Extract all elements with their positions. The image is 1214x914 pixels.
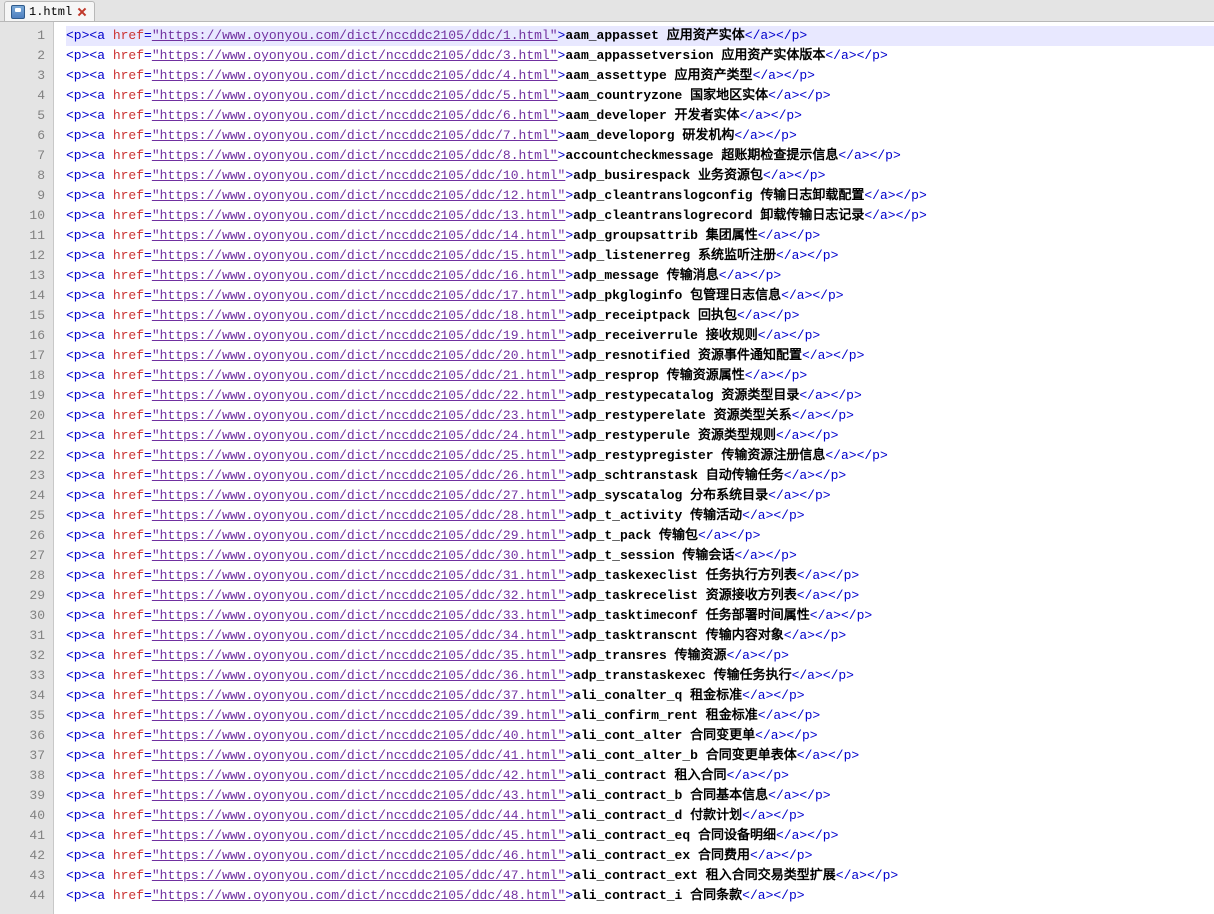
line-number: 41 (0, 826, 45, 846)
code-line[interactable]: <p><a href="https://www.oyonyou.com/dict… (66, 166, 1214, 186)
line-number: 17 (0, 346, 45, 366)
line-number: 7 (0, 146, 45, 166)
line-number: 37 (0, 746, 45, 766)
line-number: 35 (0, 706, 45, 726)
line-number: 31 (0, 626, 45, 646)
code-line[interactable]: <p><a href="https://www.oyonyou.com/dict… (66, 346, 1214, 366)
line-number: 3 (0, 66, 45, 86)
code-line[interactable]: <p><a href="https://www.oyonyou.com/dict… (66, 466, 1214, 486)
code-line[interactable]: <p><a href="https://www.oyonyou.com/dict… (66, 206, 1214, 226)
line-number-gutter: 1234567891011121314151617181920212223242… (0, 22, 54, 914)
line-number: 44 (0, 886, 45, 906)
line-number: 5 (0, 106, 45, 126)
code-line[interactable]: <p><a href="https://www.oyonyou.com/dict… (66, 46, 1214, 66)
code-line[interactable]: <p><a href="https://www.oyonyou.com/dict… (66, 646, 1214, 666)
line-number: 22 (0, 446, 45, 466)
line-number: 43 (0, 866, 45, 886)
code-line[interactable]: <p><a href="https://www.oyonyou.com/dict… (66, 386, 1214, 406)
code-line[interactable]: <p><a href="https://www.oyonyou.com/dict… (66, 66, 1214, 86)
line-number: 19 (0, 386, 45, 406)
line-number: 21 (0, 426, 45, 446)
line-number: 6 (0, 126, 45, 146)
line-number: 39 (0, 786, 45, 806)
line-number: 36 (0, 726, 45, 746)
line-number: 18 (0, 366, 45, 386)
code-line[interactable]: <p><a href="https://www.oyonyou.com/dict… (66, 406, 1214, 426)
code-line[interactable]: <p><a href="https://www.oyonyou.com/dict… (66, 426, 1214, 446)
code-line[interactable]: <p><a href="https://www.oyonyou.com/dict… (66, 606, 1214, 626)
code-line[interactable]: <p><a href="https://www.oyonyou.com/dict… (66, 446, 1214, 466)
code-line[interactable]: <p><a href="https://www.oyonyou.com/dict… (66, 326, 1214, 346)
line-number: 13 (0, 266, 45, 286)
line-number: 15 (0, 306, 45, 326)
line-number: 1 (0, 26, 45, 46)
line-number: 30 (0, 606, 45, 626)
code-line[interactable]: <p><a href="https://www.oyonyou.com/dict… (66, 566, 1214, 586)
code-line[interactable]: <p><a href="https://www.oyonyou.com/dict… (66, 226, 1214, 246)
line-number: 38 (0, 766, 45, 786)
code-line[interactable]: <p><a href="https://www.oyonyou.com/dict… (66, 26, 1214, 46)
code-line[interactable]: <p><a href="https://www.oyonyou.com/dict… (66, 306, 1214, 326)
file-tab[interactable]: 1.html (4, 1, 95, 21)
line-number: 27 (0, 546, 45, 566)
code-line[interactable]: <p><a href="https://www.oyonyou.com/dict… (66, 786, 1214, 806)
code-line[interactable]: <p><a href="https://www.oyonyou.com/dict… (66, 486, 1214, 506)
code-line[interactable]: <p><a href="https://www.oyonyou.com/dict… (66, 86, 1214, 106)
code-line[interactable]: <p><a href="https://www.oyonyou.com/dict… (66, 886, 1214, 906)
code-line[interactable]: <p><a href="https://www.oyonyou.com/dict… (66, 826, 1214, 846)
code-line[interactable]: <p><a href="https://www.oyonyou.com/dict… (66, 366, 1214, 386)
line-number: 12 (0, 246, 45, 266)
line-number: 4 (0, 86, 45, 106)
code-line[interactable]: <p><a href="https://www.oyonyou.com/dict… (66, 586, 1214, 606)
line-number: 42 (0, 846, 45, 866)
line-number: 33 (0, 666, 45, 686)
code-line[interactable]: <p><a href="https://www.oyonyou.com/dict… (66, 766, 1214, 786)
code-line[interactable]: <p><a href="https://www.oyonyou.com/dict… (66, 866, 1214, 886)
code-line[interactable]: <p><a href="https://www.oyonyou.com/dict… (66, 146, 1214, 166)
code-line[interactable]: <p><a href="https://www.oyonyou.com/dict… (66, 846, 1214, 866)
line-number: 2 (0, 46, 45, 66)
code-line[interactable]: <p><a href="https://www.oyonyou.com/dict… (66, 666, 1214, 686)
code-line[interactable]: <p><a href="https://www.oyonyou.com/dict… (66, 106, 1214, 126)
code-line[interactable]: <p><a href="https://www.oyonyou.com/dict… (66, 246, 1214, 266)
line-number: 14 (0, 286, 45, 306)
line-number: 16 (0, 326, 45, 346)
code-line[interactable]: <p><a href="https://www.oyonyou.com/dict… (66, 186, 1214, 206)
line-number: 25 (0, 506, 45, 526)
save-icon (11, 5, 25, 19)
line-number: 28 (0, 566, 45, 586)
line-number: 32 (0, 646, 45, 666)
code-line[interactable]: <p><a href="https://www.oyonyou.com/dict… (66, 746, 1214, 766)
code-line[interactable]: <p><a href="https://www.oyonyou.com/dict… (66, 546, 1214, 566)
code-line[interactable]: <p><a href="https://www.oyonyou.com/dict… (66, 126, 1214, 146)
line-number: 8 (0, 166, 45, 186)
line-number: 40 (0, 806, 45, 826)
code-line[interactable]: <p><a href="https://www.oyonyou.com/dict… (66, 286, 1214, 306)
tab-filename: 1.html (29, 5, 72, 19)
code-editor[interactable]: 1234567891011121314151617181920212223242… (0, 22, 1214, 914)
code-line[interactable]: <p><a href="https://www.oyonyou.com/dict… (66, 686, 1214, 706)
code-area[interactable]: <p><a href="https://www.oyonyou.com/dict… (54, 22, 1214, 914)
line-number: 9 (0, 186, 45, 206)
line-number: 24 (0, 486, 45, 506)
code-line[interactable]: <p><a href="https://www.oyonyou.com/dict… (66, 706, 1214, 726)
code-line[interactable]: <p><a href="https://www.oyonyou.com/dict… (66, 266, 1214, 286)
line-number: 23 (0, 466, 45, 486)
line-number: 29 (0, 586, 45, 606)
code-line[interactable]: <p><a href="https://www.oyonyou.com/dict… (66, 806, 1214, 826)
line-number: 26 (0, 526, 45, 546)
code-line[interactable]: <p><a href="https://www.oyonyou.com/dict… (66, 506, 1214, 526)
code-line[interactable]: <p><a href="https://www.oyonyou.com/dict… (66, 626, 1214, 646)
close-icon[interactable] (76, 6, 88, 18)
code-line[interactable]: <p><a href="https://www.oyonyou.com/dict… (66, 526, 1214, 546)
line-number: 20 (0, 406, 45, 426)
code-line[interactable]: <p><a href="https://www.oyonyou.com/dict… (66, 726, 1214, 746)
tab-bar: 1.html (0, 0, 1214, 22)
line-number: 10 (0, 206, 45, 226)
line-number: 11 (0, 226, 45, 246)
line-number: 34 (0, 686, 45, 706)
